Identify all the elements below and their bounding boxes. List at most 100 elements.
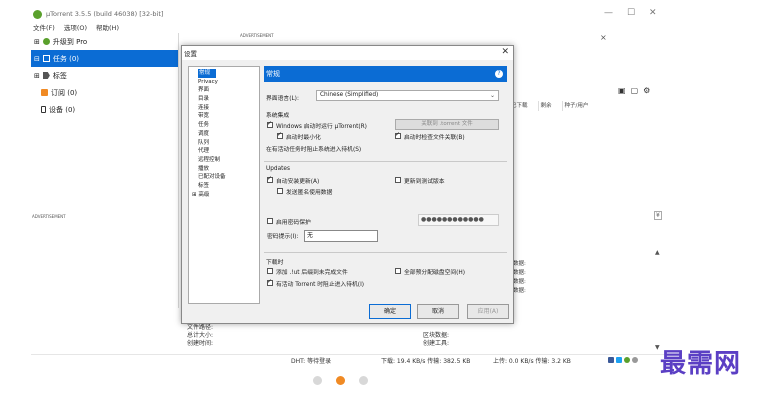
dht-status: DHT: 等待登录 (291, 358, 332, 365)
collapse-icon[interactable]: ⊟ (34, 55, 40, 63)
tree-item-bandwidth[interactable]: 带宽 (189, 112, 259, 121)
sidebar: ⊞ 升级到 Pro ⊟ 任务 (0) ⊞ 标签 订阅 (0) 设备 (0) (31, 33, 179, 308)
prevent-standby-checkbox[interactable] (267, 278, 273, 286)
carousel-dots (313, 376, 368, 385)
auto-update-checkbox[interactable] (267, 175, 273, 183)
ok-button[interactable]: 确定 (369, 304, 411, 319)
minimize-button[interactable]: — (604, 8, 613, 18)
sidebar-item-devices[interactable]: 设备 (0) (31, 101, 178, 118)
gear-icon[interactable]: ⚙ (643, 86, 650, 95)
sidebar-item-labels[interactable]: ⊞ 标签 (31, 67, 178, 84)
tree-item-general[interactable]: 常规 (198, 69, 216, 78)
password-protect-label: 启用密码保护 (276, 220, 311, 226)
password-hint-label: 密码提示(I): (267, 234, 299, 240)
tree-item-paired-devices[interactable]: 已配对设备 (189, 173, 259, 182)
tag-icon (42, 72, 50, 79)
append-ut-checkbox[interactable] (267, 268, 273, 274)
tree-item-bittorrent[interactable]: 任务 (189, 121, 259, 130)
associate-torrent-button[interactable]: 关联到 .torrent 文件 (395, 119, 499, 130)
dialog-close-button[interactable]: ✕ (501, 47, 509, 57)
utorrent-logo-icon (33, 9, 42, 19)
expand-icon[interactable]: ⊞ (34, 72, 40, 80)
tree-item-proxy[interactable]: 代理 (189, 147, 259, 156)
info-label: 创建时间: (187, 340, 214, 347)
prevent-standby-text: 在有活动任务时阻止系统进入待机(S) (266, 147, 362, 153)
tree-item-advanced[interactable]: ⊞ 高级 (189, 191, 259, 200)
help-icon[interactable]: ? (495, 70, 503, 78)
panel-toggle-icon[interactable]: ¥ (654, 211, 662, 220)
check-association-label: 启动时检查文件关联(B) (404, 135, 465, 141)
tree-item-label: 高级 (198, 191, 210, 198)
maximize-button[interactable]: ☐ (627, 8, 635, 18)
cancel-button[interactable]: 取消 (417, 304, 459, 319)
settings-dialog: 设置 ✕ 常规 Privacy 界面 目录 连接 带宽 任务 调度 队列 代理 … (181, 45, 514, 324)
tree-item-remote[interactable]: 远程控制 (189, 156, 259, 165)
language-label: 界面语言(L): (266, 96, 299, 102)
menu-file[interactable]: 文件(F) (33, 22, 55, 32)
pane-title: 常规 (266, 70, 280, 78)
globe-icon[interactable] (632, 357, 638, 363)
column-header[interactable]: 种子/用户 (561, 101, 588, 111)
twitter-icon[interactable] (616, 357, 622, 363)
scroll-up-icon[interactable]: ▲ (655, 249, 660, 256)
send-info-checkbox[interactable] (277, 188, 283, 194)
details-labels: 数据: 数据: 数据: 数据: (513, 260, 526, 296)
advertisement-banner[interactable]: ADVERTISEMENT (240, 33, 617, 41)
menu-help[interactable]: 帮助(H) (96, 22, 119, 32)
close-ad-icon[interactable]: × (600, 33, 607, 42)
remote-icon[interactable]: ▢ (631, 86, 639, 95)
window-title: µTorrent 3.5.5 (build 46038) [32-bit] (46, 10, 164, 18)
section-divider (264, 161, 507, 162)
tree-item-labels[interactable]: 标签 (189, 182, 259, 191)
status-bar: DHT: 等待登录 下载: 19.4 KB/s 传输: 382.5 KB 上传:… (31, 354, 667, 365)
dialog-title-bar: 设置 (182, 46, 513, 60)
tree-item-scheduler[interactable]: 调度 (189, 130, 259, 139)
updates-section-title: Updates (266, 166, 291, 172)
auto-update-label: 自动安装更新(A) (276, 179, 320, 185)
info-panel: 文件路径: 总计大小: 创建时间: (187, 324, 213, 348)
column-header[interactable]: 剩余 (537, 101, 552, 111)
info-label: 总计大小: (187, 332, 214, 339)
tree-item-connection[interactable]: 连接 (189, 104, 259, 113)
language-select[interactable]: Chinese (Simplified) ⌄ (316, 90, 499, 101)
carousel-dot-active[interactable] (336, 376, 345, 385)
start-minimized-checkbox[interactable] (277, 131, 283, 139)
expand-icon[interactable]: ⊞ (34, 38, 40, 46)
tree-item-queueing[interactable]: 队列 (189, 139, 259, 148)
apply-button[interactable]: 应用(A) (467, 304, 509, 319)
sidebar-item-label: 升级到 Pro (52, 37, 88, 46)
download-section-title: 下载时 (266, 260, 284, 266)
password-hint-field[interactable]: 无 (304, 230, 378, 242)
carousel-dot[interactable] (313, 376, 322, 385)
tree-item-privacy[interactable]: Privacy (189, 78, 259, 87)
close-button[interactable]: ✕ (649, 8, 657, 18)
android-icon[interactable] (624, 357, 630, 363)
detail-label: 数据: (513, 270, 526, 276)
menu-options[interactable]: 选项(O) (64, 22, 87, 32)
sidebar-item-feeds[interactable]: 订阅 (0) (31, 84, 178, 101)
advertisement-left[interactable]: ADVERTISEMENT (32, 214, 66, 219)
password-protect-checkbox[interactable] (267, 218, 273, 224)
settings-tree: 常规 Privacy 界面 目录 连接 带宽 任务 调度 队列 代理 远程控制 … (188, 66, 260, 304)
sidebar-item-tasks[interactable]: ⊟ 任务 (0) (31, 50, 178, 67)
password-field[interactable]: ●●●●●●●●●●●● (418, 214, 499, 226)
start-with-windows-checkbox[interactable] (267, 120, 273, 128)
scroll-down-icon[interactable]: ▼ (655, 344, 660, 351)
preallocate-checkbox[interactable] (395, 268, 401, 274)
tree-item-playback[interactable]: 播放 (189, 165, 259, 174)
facebook-icon[interactable] (608, 357, 614, 363)
start-with-windows-label: Windows 启动时运行 µTorrent(R) (276, 124, 367, 130)
send-info-label: 发送匿名使用数据 (286, 190, 333, 196)
tree-item-ui[interactable]: 界面 (189, 86, 259, 95)
column-headers: 已下载 剩余 种子/用户 (508, 101, 668, 111)
detail-label: 数据: (513, 288, 526, 294)
carousel-dot[interactable] (359, 376, 368, 385)
tree-item-directories[interactable]: 目录 (189, 95, 259, 104)
section-divider (264, 252, 507, 253)
chat-icon[interactable]: ▣ (618, 86, 626, 95)
beta-update-checkbox[interactable] (395, 177, 401, 183)
check-association-checkbox[interactable] (395, 131, 401, 139)
system-section-title: 系统集成 (266, 113, 290, 119)
sidebar-item-label: 标签 (52, 71, 67, 80)
sidebar-item-upgrade-pro[interactable]: ⊞ 升级到 Pro (31, 33, 178, 50)
